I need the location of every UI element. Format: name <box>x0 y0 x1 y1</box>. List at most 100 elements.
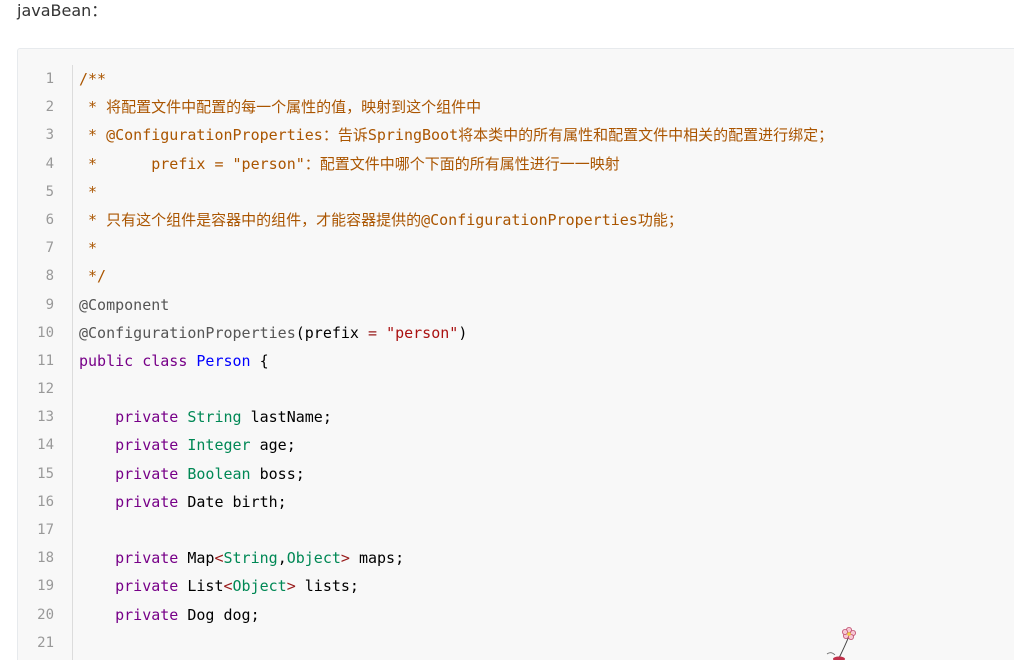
code-line: 5 * <box>18 178 1014 206</box>
code-line: 17 <box>18 516 1014 544</box>
code-token-comment: * @ConfigurationProperties：告诉SpringBoot将… <box>79 126 834 145</box>
line-text: * 只有这个组件是容器中的组件，才能容器提供的@ConfigurationPro… <box>79 206 683 234</box>
line-text: @Component <box>79 291 169 319</box>
line-text: * <box>79 234 97 262</box>
code-token-type: Boolean <box>187 464 251 483</box>
flower-icon <box>826 627 857 660</box>
line-number: 15 <box>37 465 54 482</box>
line-text: private String lastName; <box>79 403 332 431</box>
code-line: 7 * <box>18 234 1014 262</box>
code-token-op: = <box>358 323 387 342</box>
line-text: /** <box>79 65 106 93</box>
line-text: private Integer age; <box>79 431 296 459</box>
code-line: 3 * @ConfigurationProperties：告诉SpringBoo… <box>18 121 1014 149</box>
code-token-comment: * 只有这个组件是容器中的组件，才能容器提供的@ConfigurationPro… <box>79 210 683 229</box>
code-token-comment: */ <box>79 267 107 286</box>
code-token-type: String <box>223 549 278 568</box>
code-line: 6 * 只有这个组件是容器中的组件，才能容器提供的@ConfigurationP… <box>18 206 1014 234</box>
code-token-plain: prefix <box>304 323 359 342</box>
code-token-anno: @ConfigurationProperties <box>79 323 296 342</box>
code-token-comment: /** <box>79 70 107 88</box>
code-line: 2 * 将配置文件中配置的每一个属性的值，映射到这个组件中 <box>18 93 1014 121</box>
line-number: 3 <box>45 127 54 144</box>
line-text: */ <box>79 262 106 290</box>
code-line: 1 /** <box>18 65 1014 93</box>
code-token-keyword: private <box>115 464 179 483</box>
code-line: 11 public class Person { <box>18 347 1014 375</box>
code-line: 12 <box>18 375 1014 403</box>
code-token-op: < <box>214 549 224 568</box>
line-text: private Map<String,Object> maps; <box>79 544 404 572</box>
code-token-op: > <box>286 577 296 596</box>
code-lines: 1/** 2 * 将配置文件中配置的每一个属性的值，映射到这个组件中 3 * @Co… <box>18 65 1014 657</box>
code-token-anno: @Component <box>79 295 170 314</box>
code-token-keyword: private <box>115 492 179 511</box>
line-number: 11 <box>37 352 54 369</box>
code-token-type: Object <box>232 577 287 596</box>
code-line: 4 * prefix = "person"：配置文件中哪个下面的所有属性进行一一… <box>18 150 1014 178</box>
code-token-keyword: private <box>115 408 179 427</box>
line-number: 14 <box>37 437 54 454</box>
line-text: @ConfigurationProperties(prefix = "perso… <box>79 319 467 347</box>
code-token-keyword: private <box>115 549 179 568</box>
code-line: 19 private List<Object> lists; <box>18 572 1014 600</box>
line-text: private Boolean boss; <box>79 460 305 488</box>
line-number: 8 <box>45 268 54 285</box>
code-block[interactable]: 1/** 2 * 将配置文件中配置的每一个属性的值，映射到这个组件中 3 * @Co… <box>17 48 1014 660</box>
code-token-plain: { <box>250 351 269 370</box>
line-number: 4 <box>45 155 54 172</box>
code-line: 8 */ <box>18 262 1014 290</box>
line-number: 1 <box>45 71 54 87</box>
code-token-plain: age; <box>250 436 296 455</box>
line-text: * prefix = "person"：配置文件中哪个下面的所有属性进行一一映射 <box>79 150 620 178</box>
code-token-keyword: class <box>142 351 188 370</box>
code-line: 10 @ConfigurationProperties(prefix = "per… <box>18 319 1014 347</box>
code-token-plain: Date birth; <box>178 492 287 511</box>
line-number: 13 <box>37 409 54 426</box>
code-token-plain: maps; <box>349 549 405 568</box>
code-token-def: Person <box>196 351 251 370</box>
line-number: 16 <box>37 493 54 510</box>
line-number: 17 <box>37 522 54 538</box>
code-token-keyword: private <box>115 436 179 455</box>
code-token-comment: * 将配置文件中配置的每一个属性的值，映射到这个组件中 <box>79 98 482 117</box>
code-token-plain: ) <box>458 323 468 342</box>
line-text: public class Person { <box>79 347 269 375</box>
line-text: * 将配置文件中配置的每一个属性的值，映射到这个组件中 <box>79 93 481 121</box>
intro-text: javaBean： <box>17 1 108 20</box>
code-token-plain: boss; <box>250 464 305 483</box>
code-token-plain: lastName; <box>241 408 332 427</box>
line-number: 20 <box>37 606 54 623</box>
code-token-type: Object <box>286 549 341 568</box>
code-line: 18 private Map<String,Object> maps; <box>18 544 1014 572</box>
line-text: * @ConfigurationProperties：告诉SpringBoot将… <box>79 121 833 149</box>
line-number: 9 <box>45 296 54 313</box>
line-text: private Date birth; <box>79 488 287 516</box>
line-number: 18 <box>37 550 54 567</box>
code-token-op: < <box>223 577 233 596</box>
line-number: 2 <box>45 99 54 116</box>
code-token-type: String <box>187 408 242 427</box>
line-number: 19 <box>37 578 54 595</box>
line-number: 6 <box>45 211 54 228</box>
code-token-comment: * <box>79 182 98 201</box>
code-token-comment: * prefix = "person"：配置文件中哪个下面的所有属性进行一一映射 <box>79 154 620 173</box>
code-token-keyword: private <box>115 577 179 596</box>
line-text: private List<Object> lists; <box>79 572 359 600</box>
line-text: * <box>79 178 97 206</box>
code-token-plain: lists; <box>295 577 359 596</box>
line-number: 5 <box>45 183 54 200</box>
code-token-comment: * <box>79 239 98 258</box>
code-token-keyword: public <box>79 351 134 370</box>
line-number: 7 <box>45 240 54 257</box>
code-token-plain: ( <box>295 323 305 342</box>
code-token-plain: Map <box>178 549 215 568</box>
code-token-keyword: private <box>115 605 179 624</box>
code-token-type: Integer <box>187 436 251 455</box>
